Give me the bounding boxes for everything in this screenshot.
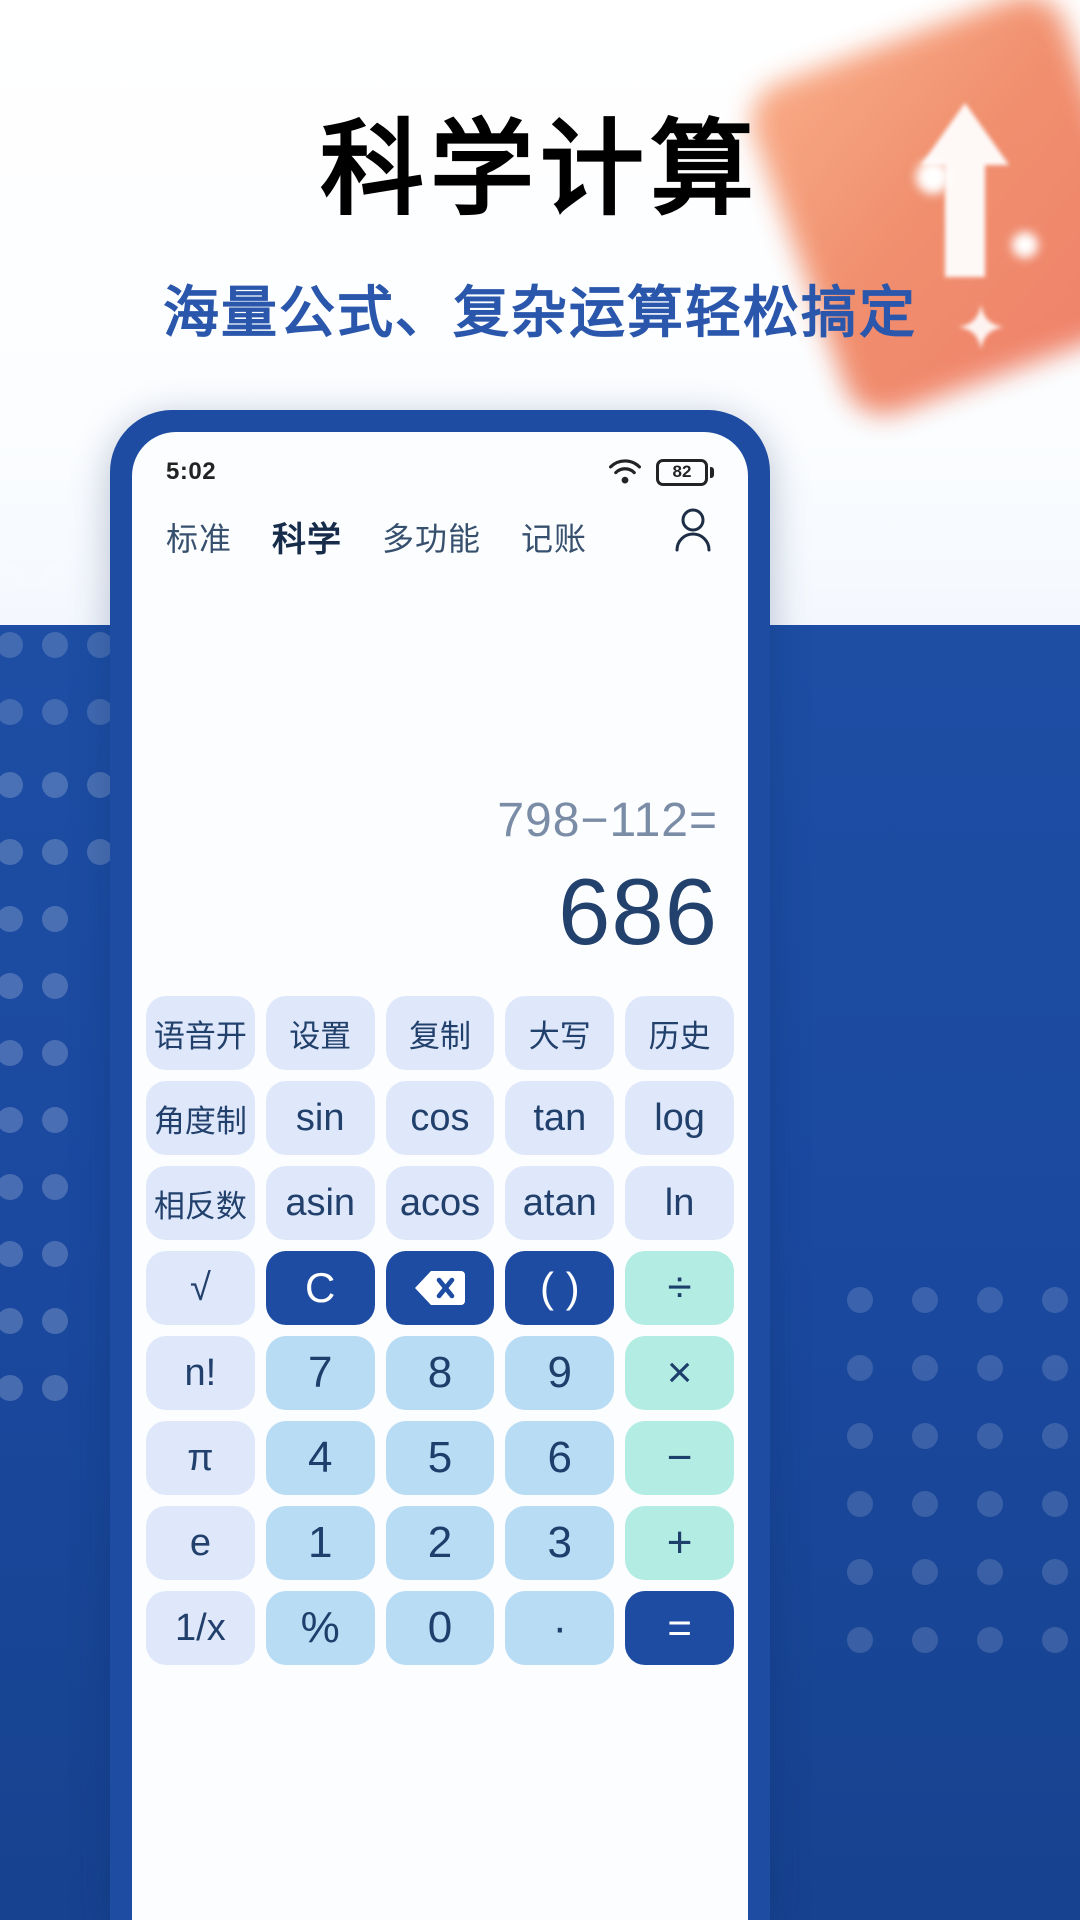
key-voice-on[interactable]: 语音开 (146, 996, 255, 1070)
key-add[interactable]: + (625, 1506, 734, 1580)
status-time: 5:02 (166, 458, 217, 485)
key-tan[interactable]: tan (505, 1081, 615, 1155)
decorative-dot (1012, 232, 1038, 258)
battery-level: 82 (656, 458, 708, 486)
backspace-icon (414, 1269, 466, 1307)
battery-cap (710, 466, 714, 478)
page-subtitle: 海量公式、复杂运算轻松搞定 (163, 281, 917, 344)
key-decimal[interactable]: · (505, 1591, 615, 1665)
key-cos[interactable]: cos (385, 1081, 495, 1155)
key-4[interactable]: 4 (265, 1421, 375, 1495)
key-equals[interactable]: = (625, 1591, 734, 1665)
dot-pattern-left (0, 565, 113, 1401)
key-1[interactable]: 1 (265, 1506, 375, 1580)
phone-screen: 5:02 82 标准 科学 多功能 记账 798−112= 686 语音开 设置… (132, 432, 748, 1920)
key-divide[interactable]: ÷ (625, 1251, 734, 1325)
tab-accounting[interactable]: 记账 (521, 514, 587, 560)
key-multiply[interactable]: × (625, 1336, 734, 1410)
key-negate[interactable]: 相反数 (146, 1166, 255, 1240)
key-8[interactable]: 8 (385, 1336, 495, 1410)
key-sin[interactable]: sin (265, 1081, 375, 1155)
page-title: 科学计算 (319, 112, 760, 228)
key-parentheses[interactable]: ( ) (505, 1251, 615, 1325)
calculator-display: 798−112= 686 (132, 793, 748, 966)
key-log[interactable]: log (625, 1081, 734, 1155)
expression-text: 798−112= (497, 794, 718, 847)
key-angle-mode[interactable]: 角度制 (146, 1081, 255, 1155)
phone-mockup: 5:02 82 标准 科学 多功能 记账 798−112= 686 语音开 设置… (110, 410, 770, 1920)
key-9[interactable]: 9 (505, 1336, 615, 1410)
key-0[interactable]: 0 (385, 1591, 495, 1665)
key-clear[interactable]: C (265, 1251, 375, 1325)
account-button[interactable] (672, 506, 714, 559)
key-acos[interactable]: acos (385, 1166, 495, 1240)
key-settings[interactable]: 设置 (265, 996, 375, 1070)
key-history[interactable]: 历史 (625, 996, 734, 1070)
key-uppercase[interactable]: 大写 (505, 996, 615, 1070)
status-bar: 5:02 82 (132, 432, 748, 494)
tab-standard[interactable]: 标准 (166, 514, 232, 560)
battery-indicator: 82 (656, 458, 714, 486)
result-text: 686 (558, 859, 718, 964)
keypad: 语音开 设置 复制 大写 历史 角度制 sin cos tan log 相反数 … (132, 996, 748, 1665)
dot-pattern-right (847, 1287, 1068, 1653)
key-percent[interactable]: % (265, 1591, 375, 1665)
status-icons: 82 (608, 458, 714, 486)
user-icon (675, 508, 711, 552)
key-factorial[interactable]: n! (146, 1336, 255, 1410)
key-sqrt[interactable]: √ (146, 1251, 255, 1325)
key-backspace[interactable] (385, 1251, 495, 1325)
key-atan[interactable]: atan (505, 1166, 615, 1240)
key-pi[interactable]: π (146, 1421, 255, 1495)
key-reciprocal[interactable]: 1/x (146, 1591, 255, 1665)
key-subtract[interactable]: − (625, 1421, 734, 1495)
key-asin[interactable]: asin (265, 1166, 375, 1240)
key-copy[interactable]: 复制 (385, 996, 495, 1070)
tab-bar: 标准 科学 多功能 记账 (132, 494, 748, 561)
key-3[interactable]: 3 (505, 1506, 615, 1580)
tab-multifunction[interactable]: 多功能 (382, 514, 481, 560)
key-7[interactable]: 7 (265, 1336, 375, 1410)
key-e[interactable]: e (146, 1506, 255, 1580)
key-6[interactable]: 6 (505, 1421, 615, 1495)
wifi-icon (609, 459, 641, 484)
tab-scientific[interactable]: 科学 (272, 512, 342, 561)
key-5[interactable]: 5 (385, 1421, 495, 1495)
key-2[interactable]: 2 (385, 1506, 495, 1580)
key-ln[interactable]: ln (625, 1166, 734, 1240)
